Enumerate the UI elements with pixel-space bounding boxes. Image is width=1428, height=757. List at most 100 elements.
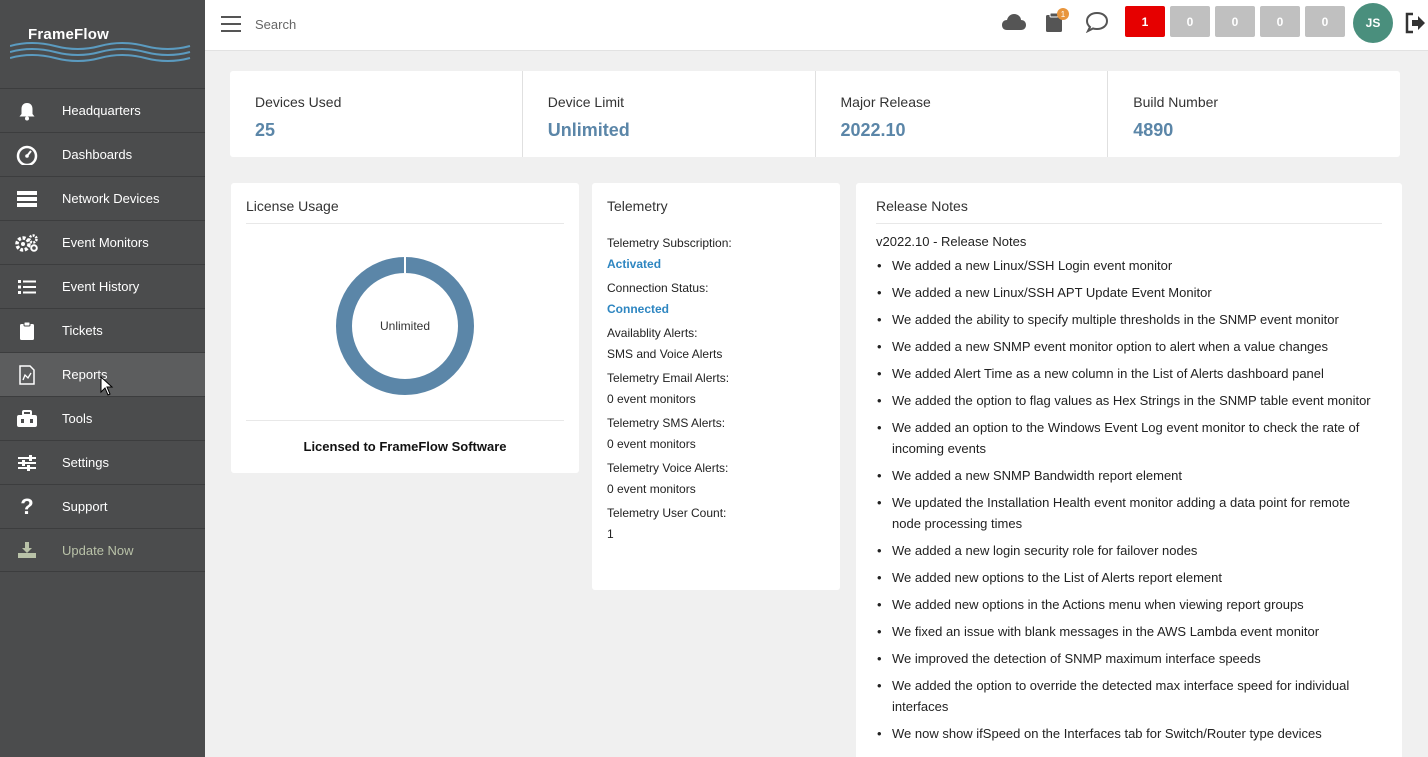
sidebar-item-label: Reports	[62, 367, 108, 382]
sidebar-item-label: Tools	[62, 411, 93, 426]
sidebar-item-label: Settings	[62, 455, 109, 470]
list-item: We improved the detection of SNMP maximu…	[876, 648, 1382, 669]
card-title: Release Notes	[876, 198, 1382, 224]
sidebar-item-settings[interactable]: Settings	[0, 440, 205, 484]
license-usage-card: License Usage Unlimited Licensed to Fram…	[231, 183, 579, 473]
telemetry-key: Telemetry User Count:	[607, 506, 727, 520]
telemetry-value: SMS and Voice Alerts	[607, 347, 723, 361]
sidebar-item-label: Update Now	[62, 542, 134, 558]
top-bar: 1 1 0 0 0 0 JS	[205, 0, 1428, 51]
gauge-icon	[0, 145, 62, 165]
sidebar-item-event-monitors[interactable]: Event Monitors	[0, 220, 205, 264]
licensed-to: Licensed to FrameFlow Software	[246, 420, 564, 454]
sidebar-item-label: Dashboards	[62, 147, 133, 162]
server-icon	[0, 190, 62, 208]
list-item: We updated the Installation Health event…	[876, 492, 1382, 534]
stat-build-number: Build Number 4890	[1108, 71, 1400, 157]
sidebar-item-label: Headquarters	[62, 103, 141, 118]
telemetry-row: Telemetry Voice Alerts: 0 event monitors	[607, 461, 825, 496]
sidebar-item-label: Support	[62, 499, 108, 514]
list-item: We added a new SNMP Bandwidth report ele…	[876, 465, 1382, 486]
list-item: We added a new Linux/SSH APT Update Even…	[876, 282, 1382, 303]
telemetry-key: Telemetry Email Alerts:	[607, 371, 730, 385]
list-item: We added the option to override the dete…	[876, 675, 1382, 717]
alert-counter-info[interactable]: 0	[1305, 6, 1345, 37]
stat-label: Major Release	[840, 94, 931, 110]
list-item: We added new options to the List of Aler…	[876, 567, 1382, 588]
telemetry-value: 1	[607, 527, 614, 541]
stat-major-release: Major Release 2022.10	[816, 71, 1109, 157]
telemetry-value: Activated	[607, 257, 662, 271]
sidebar-item-support[interactable]: ? Support	[0, 484, 205, 528]
logout-icon[interactable]	[1404, 12, 1426, 37]
telemetry-row: Connection Status: Connected	[607, 281, 825, 316]
list-item: We added the option to flag values as He…	[876, 390, 1382, 411]
sidebar-item-headquarters[interactable]: Headquarters	[0, 88, 205, 132]
logo-waves-icon	[10, 42, 191, 62]
telemetry-row: Telemetry User Count: 1	[607, 506, 825, 541]
tickets-badge: 1	[1057, 8, 1069, 20]
sidebar-item-label: Event History	[62, 279, 140, 294]
stat-label: Devices Used	[255, 94, 342, 110]
telemetry-value: 0 event monitors	[607, 482, 696, 496]
search-input[interactable]	[255, 12, 535, 36]
sidebar-item-network-devices[interactable]: Network Devices	[0, 176, 205, 220]
report-icon	[0, 364, 62, 385]
telemetry-key: Availablity Alerts:	[607, 326, 698, 340]
cloud-icon[interactable]	[1001, 12, 1027, 35]
sidebar-item-tools[interactable]: Tools	[0, 396, 205, 440]
list-item: We added Alert Time as a new column in t…	[876, 363, 1382, 384]
donut-label: Unlimited	[379, 319, 430, 333]
telemetry-key: Telemetry SMS Alerts:	[607, 416, 726, 430]
stat-value: 25	[255, 120, 276, 140]
telemetry-value: Connected	[607, 302, 670, 316]
release-notes-card: Release Notes v2022.10 - Release Notes W…	[856, 183, 1402, 757]
stat-device-limit: Device Limit Unlimited	[523, 71, 816, 157]
stats-row: Devices Used 25 Device Limit Unlimited M…	[230, 71, 1400, 157]
list-item: We now show ifSpeed on the Interfaces ta…	[876, 723, 1382, 744]
sidebar-item-reports[interactable]: Reports	[0, 352, 205, 396]
tickets-clipboard-icon[interactable]: 1	[1045, 8, 1069, 36]
alert-counter-major[interactable]: 0	[1170, 6, 1210, 37]
sidebar: FrameFlow Headquarters Dashboards Networ…	[0, 0, 205, 757]
telemetry-row: Availablity Alerts: SMS and Voice Alerts	[607, 326, 825, 361]
telemetry-key: Telemetry Subscription:	[607, 236, 732, 250]
list-icon	[0, 278, 62, 296]
alert-counter-warning[interactable]: 0	[1260, 6, 1300, 37]
page-scrollbar[interactable]	[1418, 51, 1428, 757]
sidebar-item-label: Event Monitors	[62, 235, 149, 250]
telemetry-row: Telemetry SMS Alerts: 0 event monitors	[607, 416, 825, 451]
telemetry-value: 0 event monitors	[607, 392, 696, 406]
list-item: We added an option to the Windows Event …	[876, 417, 1382, 459]
menu-toggle-icon[interactable]	[221, 16, 241, 32]
telemetry-key: Connection Status:	[607, 281, 709, 295]
list-item: We added a new login security role for f…	[876, 540, 1382, 561]
avatar[interactable]: JS	[1353, 3, 1393, 43]
sliders-icon	[0, 454, 62, 472]
telemetry-row: Telemetry Email Alerts: 0 event monitors	[607, 371, 825, 406]
alert-counter-minor[interactable]: 0	[1215, 6, 1255, 37]
telemetry-value: 0 event monitors	[607, 437, 696, 451]
stat-value: 4890	[1133, 120, 1174, 140]
sidebar-item-update-now[interactable]: Update Now	[0, 528, 205, 572]
list-item: We added new options in the Actions menu…	[876, 594, 1382, 615]
toolbox-icon	[0, 409, 62, 428]
stat-value: Unlimited	[547, 120, 630, 140]
gears-icon	[0, 233, 62, 253]
telemetry-row: Telemetry Subscription: Activated	[607, 236, 825, 271]
list-item: We added a new Linux/SSH Login event mon…	[876, 255, 1382, 276]
telemetry-key: Telemetry Voice Alerts:	[607, 461, 729, 475]
sidebar-item-label: Network Devices	[62, 191, 160, 206]
download-icon	[0, 541, 62, 559]
logo[interactable]: FrameFlow	[0, 0, 205, 88]
sidebar-item-event-history[interactable]: Event History	[0, 264, 205, 308]
sidebar-item-tickets[interactable]: Tickets	[0, 308, 205, 352]
stat-value: 2022.10	[840, 120, 906, 140]
stat-devices-used: Devices Used 25	[230, 71, 523, 157]
release-notes-heading: v2022.10 - Release Notes	[876, 234, 1027, 249]
chat-icon[interactable]	[1085, 11, 1109, 36]
alert-counter-critical[interactable]: 1	[1125, 6, 1165, 37]
card-title: Telemetry	[607, 198, 668, 214]
sidebar-item-dashboards[interactable]: Dashboards	[0, 132, 205, 176]
question-icon: ?	[20, 493, 34, 519]
